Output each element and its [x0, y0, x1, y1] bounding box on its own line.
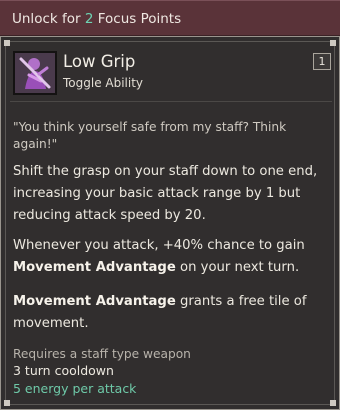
cooldown-text: 3 turn cooldown	[13, 363, 114, 378]
energy-cost: 5 energy per attack	[13, 381, 137, 396]
effect-text: Whenever you attack, +40% chance to gain	[13, 238, 305, 253]
ability-description: Shift the grasp on your staff down to on…	[13, 164, 318, 223]
ability-type: Toggle Ability	[63, 76, 144, 90]
keyword-movement-advantage[interactable]: Movement Advantage	[13, 260, 176, 275]
corner-ornament	[4, 400, 10, 406]
corner-ornament	[330, 400, 336, 406]
weapon-requirement: Requires a staff type weapon	[13, 347, 191, 361]
effect-text-end: on your next turn.	[180, 260, 300, 275]
unlock-prefix: Unlock for	[12, 11, 81, 27]
ability-effect: Whenever you attack, +40% chance to gain…	[13, 235, 331, 279]
ability-tooltip: Low Grip Toggle Ability 1 "You think you…	[0, 36, 340, 410]
hotkey-badge: 1	[313, 53, 331, 70]
focus-points-count: 2	[84, 11, 94, 27]
keyword-definition: Movement Advantage grants a free tile of…	[13, 291, 331, 335]
purple-figure-with-staff-icon	[13, 51, 57, 95]
flavor-quote: "You think yourself safe from my staff? …	[13, 120, 287, 151]
unlock-banner[interactable]: Unlock for 2 Focus Points	[0, 0, 340, 36]
ability-name: Low Grip	[63, 52, 136, 71]
unlock-suffix: Focus Points	[97, 11, 182, 27]
ability-header: Low Grip Toggle Ability 1	[10, 46, 332, 102]
keyword-movement-advantage[interactable]: Movement Advantage	[13, 294, 176, 309]
